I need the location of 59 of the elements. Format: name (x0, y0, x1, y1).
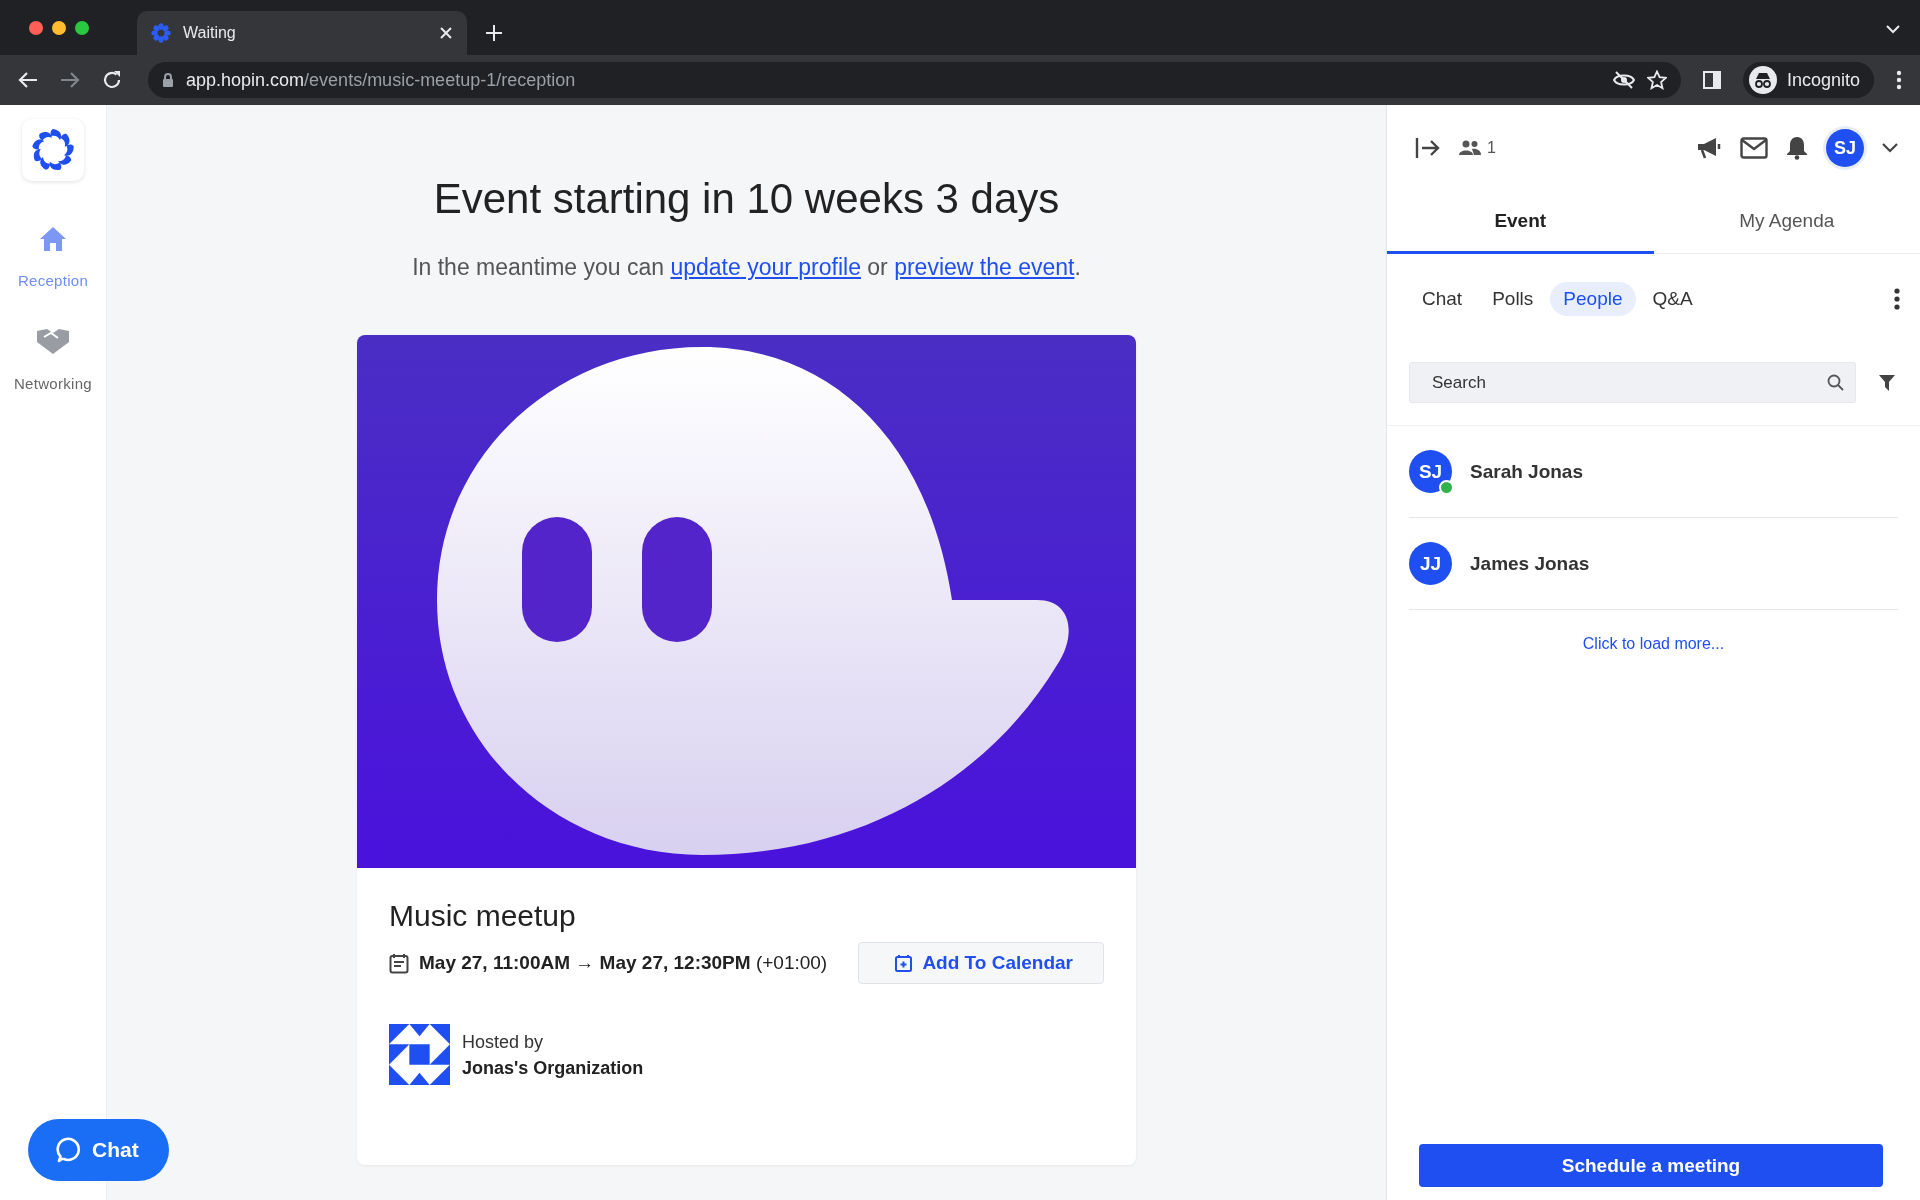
attendee-count: 1 (1487, 139, 1496, 157)
event-title: Music meetup (389, 898, 577, 934)
minimize-window-icon[interactable] (52, 21, 66, 35)
chat-bubble-icon (56, 1137, 82, 1163)
filter-icon[interactable] (1878, 373, 1896, 392)
star-icon[interactable] (1646, 70, 1667, 90)
close-icon[interactable] (439, 26, 453, 40)
side-panel-icon[interactable] (1702, 71, 1721, 89)
person-name[interactable]: James Jonas (1470, 552, 1590, 575)
new-tab-icon[interactable] (485, 23, 503, 42)
host-name: Jonas's Organization (462, 1056, 644, 1080)
envelope-icon[interactable] (1740, 137, 1768, 159)
reload-icon[interactable] (102, 70, 122, 90)
address-bar[interactable]: app.hopin.com/events/music-meetup-1/reception (148, 62, 1681, 98)
more-options-icon[interactable] (1894, 288, 1900, 310)
person-name[interactable]: Sarah Jonas (1470, 460, 1583, 483)
incognito-button[interactable]: Incognito (1742, 62, 1874, 98)
incognito-icon (1748, 66, 1777, 94)
sub-tab[interactable]: Q&A (1639, 282, 1706, 316)
home-icon (39, 226, 67, 252)
people-icon (1459, 140, 1481, 156)
preview-link[interactable]: preview the event (894, 254, 1075, 280)
lock-icon (162, 72, 174, 88)
add-to-calendar-button[interactable]: Add To Calendar (858, 942, 1104, 984)
close-window-icon[interactable] (29, 21, 43, 35)
sub-tab[interactable]: Polls (1479, 282, 1547, 316)
person-avatar: JJ (1409, 542, 1452, 585)
panel-tab[interactable]: My Agenda (1653, 191, 1920, 254)
profile-link[interactable]: update your profile (670, 254, 861, 280)
calendar-plus-icon (895, 954, 913, 972)
panel-tab[interactable]: Event (1387, 191, 1654, 254)
event-time: May 27, 11:00AM → May 27, 12:30PM (+01:00) (419, 952, 828, 974)
browser-tab[interactable]: Waiting (137, 11, 467, 55)
intro-text: In the meantime you can update your profile or preview the event. (412, 253, 1081, 282)
maximize-window-icon[interactable] (75, 21, 89, 35)
user-avatar[interactable]: SJ (1826, 129, 1864, 167)
schedule-meeting-button[interactable]: Schedule a meeting (1419, 1144, 1883, 1187)
search-field[interactable]: Search (1409, 362, 1856, 403)
collapse-panel-icon[interactable] (1415, 137, 1441, 159)
person-avatar: SJ (1409, 450, 1452, 493)
calendar-icon (389, 952, 409, 974)
swirl-icon (151, 23, 171, 43)
sub-tab[interactable]: Chat (1409, 282, 1476, 316)
organization-logo (389, 1024, 450, 1085)
back-icon[interactable] (18, 71, 38, 89)
url-text: app.hopin.com/events/music-meetup-1/reception (186, 69, 577, 91)
nav-item[interactable]: Networking (14, 327, 92, 392)
bell-icon[interactable] (1786, 136, 1808, 160)
eye-slash-icon[interactable] (1612, 71, 1635, 89)
chat-button[interactable]: Chat (28, 1119, 169, 1181)
more-options-icon[interactable] (1896, 70, 1902, 90)
sub-tab[interactable]: People (1550, 282, 1636, 316)
chevron-down-icon[interactable] (1882, 143, 1898, 153)
search-icon (1827, 374, 1844, 391)
megaphone-icon[interactable] (1696, 136, 1722, 160)
load-more-link[interactable]: Click to load more... (1582, 635, 1725, 653)
countdown-heading: Event starting in 10 weeks 3 days (433, 174, 1060, 224)
forward-icon[interactable] (60, 71, 80, 89)
hosted-by-label: Hosted by (462, 1030, 545, 1054)
